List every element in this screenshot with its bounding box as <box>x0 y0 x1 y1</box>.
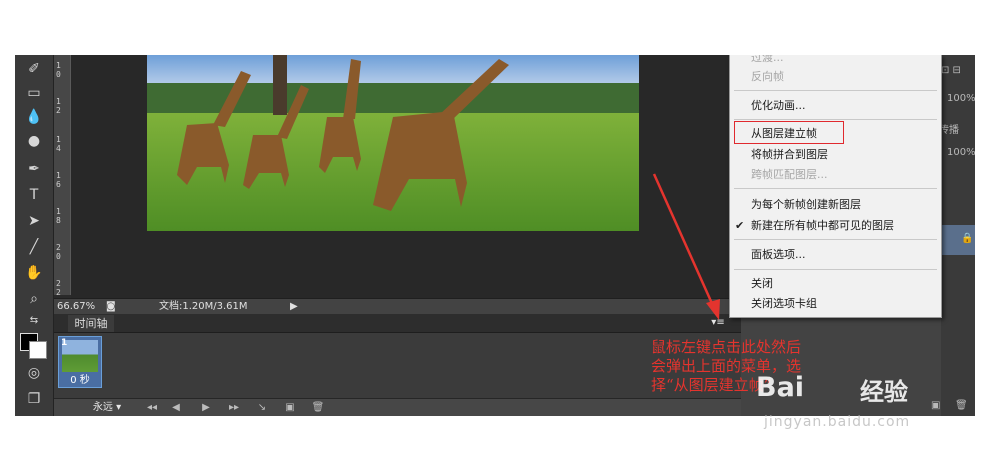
document-info: 文档:1.20M/3.61M <box>159 301 248 312</box>
screen-mode-icon[interactable]: ❐ <box>23 389 45 409</box>
timeline-flyout-menu: 过渡... 反向帧 优化动画... 从图层建立帧 将帧拼合到图层 跨帧匹配图层.… <box>729 55 942 318</box>
menu-item-close-tab-group[interactable]: 关闭选项卡组 <box>751 296 817 312</box>
frame-number: 1 <box>61 338 68 348</box>
zoom-tool-icon[interactable]: ⌕ <box>23 289 45 309</box>
menu-item-optimize-animation[interactable]: 优化动画... <box>751 98 806 114</box>
vertical-ruler: 1 0 1 2 1 4 1 6 1 8 2 0 2 2 <box>54 55 71 297</box>
ruler-mark: 1 2 <box>56 97 61 115</box>
eraser-tool-icon[interactable]: ✐ <box>23 59 45 79</box>
path-selection-tool-icon[interactable]: ➤ <box>23 211 45 231</box>
lock-icon[interactable]: ⊡ ⊟ <box>941 65 961 76</box>
frame-delay[interactable]: 0 秒 <box>59 374 101 387</box>
watermark-url: jingyan.baidu.com <box>764 414 911 430</box>
ruler-mark: 1 8 <box>56 207 61 225</box>
ruler-mark: 2 2 <box>56 279 61 297</box>
frame-thumbnail <box>62 340 98 372</box>
status-bar: 66.67% ◙ 文档:1.20M/3.61M ▶ <box>54 298 741 314</box>
highlight-box <box>734 121 844 144</box>
menu-item-new-layers-visible-in-all-frames[interactable]: 新建在所有帧中都可见的图层 <box>751 218 894 234</box>
menu-item-flatten-frames-into-layers[interactable]: 将帧拼合到图层 <box>751 147 828 163</box>
blur-tool-icon[interactable]: 💧 <box>23 107 45 127</box>
layer-lock-icon: 🔒 <box>961 233 974 244</box>
zoom-level[interactable]: 66.67% <box>57 299 95 314</box>
fill-value[interactable]: 100% <box>947 147 975 158</box>
baidu-jingyan-watermark: Bai 经验 jingyan.baidu.com <box>756 370 976 440</box>
first-frame-icon[interactable]: ◂◂ <box>142 399 162 416</box>
pen-tool-icon[interactable]: ✒ <box>23 159 45 179</box>
loop-select[interactable]: 永远 ▾ <box>82 399 132 416</box>
annotation-arrow <box>652 173 720 320</box>
loop-select-value: 永远 <box>92 402 113 413</box>
annotation-line-1: 鼠标左键点击此处然后 <box>651 338 802 356</box>
menu-separator <box>734 239 937 240</box>
ruler-mark: 2 0 <box>56 243 61 261</box>
menu-item-transition: 过渡... <box>751 55 784 64</box>
watermark-brand: Bai <box>756 372 805 403</box>
background-color-swatch[interactable] <box>29 341 47 359</box>
opacity-value[interactable]: 100% <box>947 93 975 104</box>
delete-frame-icon[interactable]: 🗑 <box>308 399 328 416</box>
tab-timeline[interactable]: 时间轴 <box>68 315 114 332</box>
document-icon[interactable]: ◙ <box>106 299 116 314</box>
ruler-mark: 1 4 <box>56 135 61 153</box>
menu-item-close[interactable]: 关闭 <box>751 276 773 292</box>
menu-separator <box>734 188 937 189</box>
menu-item-panel-options[interactable]: 面板选项... <box>751 247 806 263</box>
duplicate-frame-icon[interactable]: ▣ <box>280 399 300 416</box>
giraffes-photo <box>147 55 639 231</box>
gradient-tool-icon[interactable]: ▭ <box>23 83 45 103</box>
timeline-header: 时间轴 ▾≡ <box>54 314 741 333</box>
quick-mask-icon[interactable]: ◎ <box>23 363 45 383</box>
ruler-mark: 1 6 <box>56 171 61 189</box>
play-icon[interactable]: ▶ <box>196 399 216 416</box>
menu-item-create-new-layer-per-frame[interactable]: 为每个新帧创建新图层 <box>751 197 861 213</box>
menu-separator <box>734 269 937 270</box>
previous-frame-icon[interactable]: ◀ <box>166 399 186 416</box>
chevron-down-icon: ▾ <box>116 402 122 413</box>
next-frame-icon[interactable]: ▸▸ <box>224 399 244 416</box>
menu-item-reverse-frames: 反向帧 <box>751 70 784 83</box>
line-tool-icon[interactable]: ╱ <box>23 237 45 257</box>
dodge-tool-icon[interactable]: ● <box>23 131 45 151</box>
animation-frame[interactable]: 1 0 秒 <box>58 336 102 388</box>
timeline-controls: 永远 ▾ ◂◂ ◀ ▶ ▸▸ ↘ ▣ 🗑 <box>54 398 741 416</box>
menu-item-match-layer-across-frames: 跨帧匹配图层... <box>751 168 828 181</box>
hand-tool-icon[interactable]: ✋ <box>23 263 45 283</box>
watermark-name: 经验 <box>860 378 908 406</box>
status-arrow-icon[interactable]: ▶ <box>290 299 298 314</box>
tools-panel: ✐ ▭ 💧 ● ✒ T ➤ ╱ ✋ ⌕ ⇆ ◎ ❐ <box>15 55 54 416</box>
menu-separator <box>734 119 937 120</box>
ruler-mark: 1 0 <box>56 61 61 79</box>
menu-separator <box>734 90 937 91</box>
propagate-label[interactable]: 传播 <box>939 121 959 136</box>
tween-icon[interactable]: ↘ <box>252 399 272 416</box>
swap-colors-icon[interactable]: ⇆ <box>23 311 45 331</box>
type-tool-icon[interactable]: T <box>23 185 45 205</box>
timeline-panel: 时间轴 ▾≡ 1 0 秒 永远 ▾ ◂◂ ◀ ▶ ▸▸ ↘ ▣ 🗑 <box>54 314 741 416</box>
